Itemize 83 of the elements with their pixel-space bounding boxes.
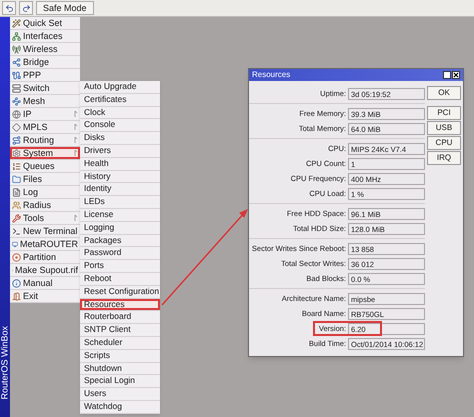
menu-item[interactable]: Switch [10,82,80,95]
submenu-item[interactable]: LEDs [80,196,160,209]
settings-icon [12,148,21,158]
diamond-icon [12,122,21,132]
submenu-item[interactable]: Routerboard [80,311,160,324]
menu-item[interactable]: MetaROUTER [10,238,80,251]
menu-item[interactable]: Routing [10,134,80,147]
folder-icon [12,174,21,184]
list-icon [12,162,21,170]
menu-item[interactable]: Make Supout.rif [10,264,80,277]
users-icon [12,200,21,210]
submenu-item[interactable]: Packages [80,234,160,248]
disc-icon [12,252,21,262]
menu-item[interactable]: Exit [10,290,80,303]
menu-item[interactable]: Bridge [10,56,80,69]
redo-button[interactable] [19,1,33,15]
submenu-item[interactable]: Disks [80,132,160,145]
globe-icon [12,110,21,118]
menu-item[interactable]: Queues [10,160,80,173]
network-icon [12,32,21,40]
undo-button[interactable] [2,1,16,15]
close-button[interactable] [452,71,460,79]
submenu-item[interactable]: History [80,170,160,184]
menu-item[interactable]: PPP [10,69,80,82]
window-title: Resources [252,71,292,79]
menu-item[interactable]: Tools [10,212,80,225]
window-button[interactable]: PCI [427,106,461,120]
menu-item[interactable]: Manual [10,277,80,290]
submenu-item[interactable]: Health [80,158,160,171]
submenu-item[interactable]: Users [80,388,160,401]
submenu-item[interactable]: Special Login [80,375,160,388]
submenu-item[interactable]: License [80,208,160,222]
door-icon [12,292,21,300]
menu-item[interactable]: System [10,147,80,160]
submenu-item[interactable]: Scripts [80,350,160,363]
submenu-item[interactable]: Certificates [80,94,160,107]
menu-item[interactable]: Files [10,173,80,186]
server-icon [12,84,21,92]
submenu-item[interactable]: Reboot [80,272,160,286]
submenu-item[interactable]: Logging [80,222,160,235]
radio-tower-icon [12,44,21,54]
menu-item[interactable]: MPLS [10,121,80,134]
submenu-item[interactable]: Scheduler [80,336,160,350]
submenu-item[interactable]: Ports [80,260,160,273]
menu-item[interactable]: New Terminal [10,225,80,238]
submenu-item[interactable]: Auto Upgrade [80,81,160,94]
redo-icon [22,4,30,12]
submenu-item[interactable]: Drivers [80,144,160,158]
terminal-icon [12,226,21,236]
wand-icon [12,18,21,28]
window-button[interactable]: OK [427,86,461,100]
waypoints-icon [12,96,21,106]
undo-icon [4,4,14,12]
submenu-item[interactable]: Clock [80,106,160,120]
submenu-item[interactable]: Password [80,247,160,260]
submenu-item[interactable]: Console [80,119,160,132]
brand-label: RouterOS WinBox [0,324,10,402]
menu-item[interactable]: Radius [10,199,80,212]
window-button[interactable]: USB [427,121,461,135]
menu-item[interactable]: Interfaces [10,30,80,43]
window-button[interactable]: IRQ [427,151,461,165]
close-icon [453,72,459,78]
document-icon [12,188,21,196]
submenu-item[interactable]: SNTP Client [80,324,160,337]
safe-mode-button[interactable]: Safe Mode [36,1,94,15]
info-icon [12,278,21,288]
wrench-icon [12,214,21,222]
cable-icon [12,70,21,80]
monitor-icon [12,240,18,248]
maximize-button[interactable] [443,71,451,79]
submenu-item[interactable]: Shutdown [80,362,160,376]
menu-item[interactable]: Quick Set [10,17,80,30]
route-icon [12,136,21,144]
menu-item[interactable]: IP [10,108,80,121]
window-button[interactable]: CPU [427,136,461,150]
menu-item[interactable]: Partition [10,251,80,264]
submenu-item[interactable]: Resources [80,298,160,312]
submenu-item[interactable]: Watchdog [80,400,160,414]
submenu-item[interactable]: Identity [80,183,160,196]
share-icon [12,58,21,66]
menu-item[interactable]: Mesh [10,95,80,108]
menu-item[interactable]: Log [10,186,80,199]
menu-item[interactable]: Wireless [10,43,80,56]
